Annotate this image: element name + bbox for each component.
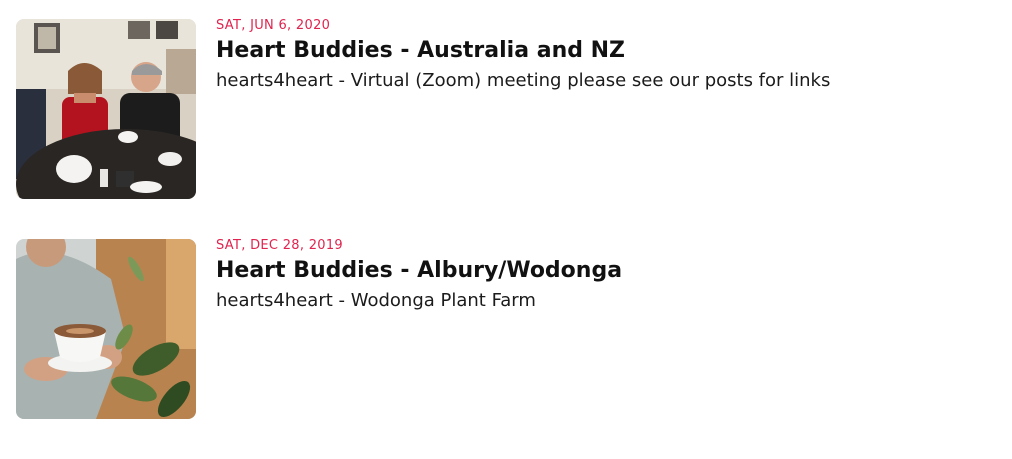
event-list: SAT, JUN 6, 2020 Heart Buddies - Austral… — [16, 19, 996, 459]
event-thumbnail[interactable] — [16, 239, 196, 419]
event-subtitle: hearts4heart - Wodonga Plant Farm — [216, 290, 536, 311]
event-title[interactable]: Heart Buddies - Albury/Wodonga — [216, 257, 622, 285]
group-cafe-photo — [16, 19, 196, 199]
event-info: SAT, DEC 28, 2019 Heart Buddies - Albury… — [216, 239, 622, 313]
event-date: SAT, JUN 6, 2020 — [216, 18, 331, 33]
event-title[interactable]: Heart Buddies - Australia and NZ — [216, 37, 830, 65]
coffee-cup-photo — [16, 239, 196, 419]
event-card[interactable]: SAT, DEC 28, 2019 Heart Buddies - Albury… — [16, 239, 996, 419]
event-card[interactable]: SAT, JUN 6, 2020 Heart Buddies - Austral… — [16, 19, 996, 199]
event-thumbnail[interactable] — [16, 19, 196, 199]
event-date: SAT, DEC 28, 2019 — [216, 238, 344, 253]
event-subtitle: hearts4heart - Virtual (Zoom) meeting pl… — [216, 70, 831, 91]
event-info: SAT, JUN 6, 2020 Heart Buddies - Austral… — [216, 19, 830, 93]
